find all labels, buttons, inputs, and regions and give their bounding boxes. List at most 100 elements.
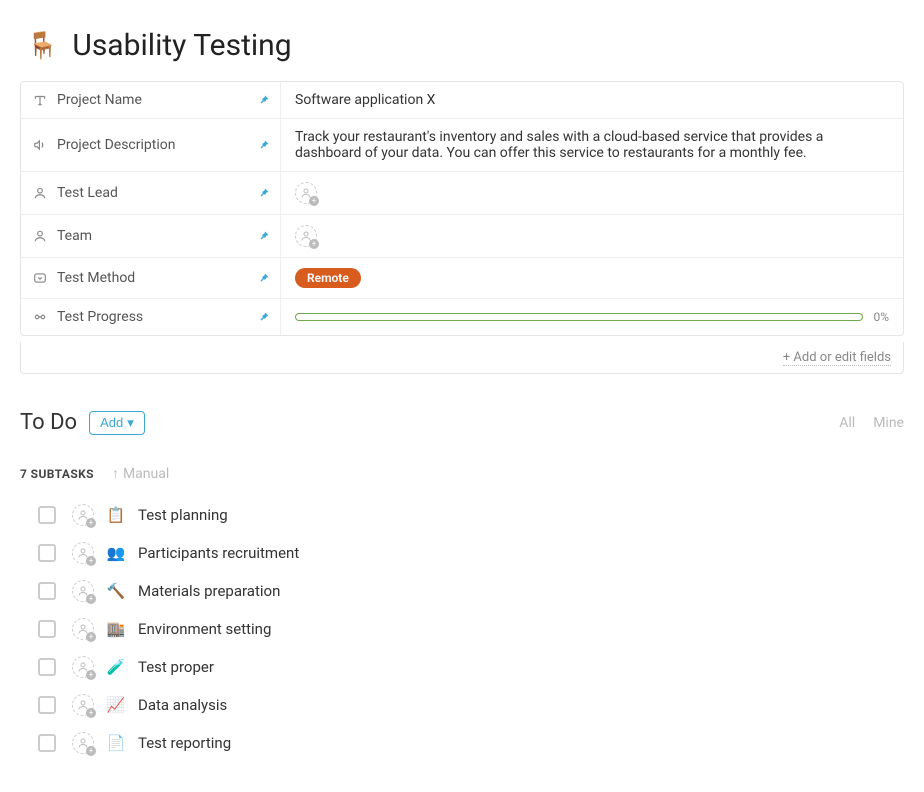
field-row: Project Description Track your restaurant…	[21, 119, 903, 172]
subtask-name: Test proper	[138, 658, 214, 676]
pin-icon[interactable]	[258, 187, 270, 199]
person-icon	[31, 229, 49, 243]
field-label[interactable]: Project Description	[21, 119, 281, 171]
filter-all[interactable]: All	[839, 415, 855, 431]
subtask-row[interactable]: + 🧪 Test proper	[38, 648, 904, 686]
assign-person-button[interactable]: +	[72, 732, 94, 754]
subtasks-meta: 7 SUBTASKS ↑ Manual	[20, 465, 904, 482]
sort-label: Manual	[123, 466, 169, 482]
subtask-emoji: 📈	[106, 696, 126, 714]
field-value-text: Track your restaurant's inventory and sa…	[295, 129, 889, 161]
progress-text: 0%	[873, 310, 889, 324]
todo-title: To Do	[20, 410, 77, 435]
subtask-emoji: 🔨	[106, 582, 126, 600]
field-label-text: Project Description	[57, 137, 175, 153]
subtask-row[interactable]: + 📈 Data analysis	[38, 686, 904, 724]
subtask-name: Materials preparation	[138, 582, 280, 600]
sort-button[interactable]: ↑ Manual	[112, 465, 169, 482]
subtask-row[interactable]: + 🔨 Materials preparation	[38, 572, 904, 610]
field-label[interactable]: Project Name	[21, 82, 281, 118]
plus-icon: +	[86, 518, 96, 528]
progress-icon	[31, 310, 49, 324]
field-label[interactable]: Test Progress	[21, 299, 281, 335]
subtask-emoji: 🧪	[106, 658, 126, 676]
assign-person-button[interactable]: +	[72, 542, 94, 564]
subtask-emoji: 📋	[106, 506, 126, 524]
field-label[interactable]: Team	[21, 215, 281, 257]
subtask-name: Environment setting	[138, 620, 271, 638]
add-person-button[interactable]: +	[295, 225, 317, 247]
plus-icon: +	[86, 594, 96, 604]
add-person-button[interactable]: +	[295, 182, 317, 204]
field-value[interactable]: Remote	[281, 258, 903, 298]
add-subtask-button[interactable]: Add ▾	[89, 411, 145, 435]
field-row: Project Name Software application X	[21, 82, 903, 119]
progress-wrap: 0%	[295, 310, 889, 324]
subtask-checkbox[interactable]	[38, 506, 56, 524]
subtask-row[interactable]: +👥Participants recruitment	[38, 534, 904, 572]
subtask-name: Test planning	[138, 506, 228, 524]
text-icon	[31, 93, 49, 107]
field-value[interactable]: Software application X	[281, 82, 903, 118]
field-row: Test Progress 0%	[21, 299, 903, 335]
subtask-row[interactable]: + 📋 Test planning	[38, 496, 904, 534]
assign-person-button[interactable]: +	[72, 618, 94, 640]
subtask-emoji: 🏬	[106, 620, 126, 638]
field-row: Test Method Remote	[21, 258, 903, 299]
subtask-checkbox[interactable]	[38, 696, 56, 714]
page-header: 🪑 Usability Testing	[26, 28, 904, 63]
plus-icon: +	[86, 746, 96, 756]
field-row: Test Lead +	[21, 172, 903, 215]
subtask-name: Test reporting	[138, 734, 231, 752]
subtask-emoji: 📄	[106, 734, 126, 752]
add-button-label: Add	[100, 415, 123, 430]
tag-badge[interactable]: Remote	[295, 268, 361, 288]
field-value-text: Software application X	[295, 92, 435, 108]
pin-icon[interactable]	[258, 272, 270, 284]
arrow-up-icon: ↑	[112, 465, 119, 482]
pin-icon[interactable]	[258, 94, 270, 106]
field-value[interactable]: +	[281, 215, 903, 257]
subtask-checkbox[interactable]	[38, 544, 56, 562]
field-value[interactable]: Track your restaurant's inventory and sa…	[281, 119, 903, 171]
assign-person-button[interactable]: +	[72, 504, 94, 526]
subtask-checkbox[interactable]	[38, 734, 56, 752]
field-row: Team +	[21, 215, 903, 258]
field-label-text: Test Progress	[57, 309, 143, 325]
field-label[interactable]: Test Lead	[21, 172, 281, 214]
subtask-checkbox[interactable]	[38, 620, 56, 638]
subtask-row[interactable]: + 🏬 Environment setting	[38, 610, 904, 648]
plus-icon: +	[86, 708, 96, 718]
field-label-text: Test Lead	[57, 185, 118, 201]
progress-bar[interactable]	[295, 313, 863, 321]
field-label[interactable]: Test Method	[21, 258, 281, 298]
add-edit-fields-link[interactable]: + Add or edit fields	[783, 350, 891, 366]
subtasks-count: 7 SUBTASKS	[20, 467, 94, 481]
pin-icon[interactable]	[258, 311, 270, 323]
filter-mine[interactable]: Mine	[873, 415, 904, 431]
todo-header: To Do Add ▾ All Mine	[20, 410, 904, 435]
page-title: Usability Testing	[72, 28, 291, 63]
pin-icon[interactable]	[258, 139, 270, 151]
subtask-checkbox[interactable]	[38, 582, 56, 600]
field-label-text: Team	[57, 228, 92, 244]
field-label-text: Test Method	[57, 270, 135, 286]
person-icon	[31, 186, 49, 200]
pin-icon[interactable]	[258, 230, 270, 242]
plus-icon: +	[86, 556, 96, 566]
field-label-text: Project Name	[57, 92, 142, 108]
subtask-row[interactable]: + 📄 Test reporting	[38, 724, 904, 762]
subtask-name: Data analysis	[138, 696, 227, 714]
assign-person-button[interactable]: +	[72, 656, 94, 678]
assign-person-button[interactable]: +	[72, 580, 94, 602]
chevron-down-icon: ▾	[127, 415, 134, 431]
field-value[interactable]: 0%	[281, 299, 903, 335]
subtask-checkbox[interactable]	[38, 658, 56, 676]
page-emoji: 🪑	[26, 31, 58, 61]
field-value[interactable]: +	[281, 172, 903, 214]
subtask-emoji: 👥	[106, 544, 126, 562]
plus-icon: +	[309, 239, 319, 249]
assign-person-button[interactable]: +	[72, 694, 94, 716]
plus-icon: +	[86, 670, 96, 680]
dropdown-icon	[31, 271, 49, 285]
